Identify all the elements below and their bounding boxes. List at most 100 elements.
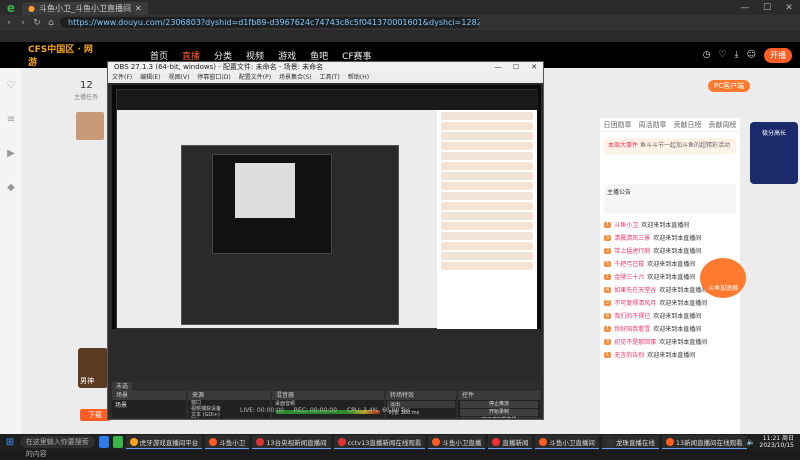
obs-control-button[interactable]: 启动虚拟摄像机 [460, 417, 538, 418]
nav-item[interactable]: CF赛事 [342, 49, 371, 62]
obs-menu-item[interactable]: 场景集合(S) [279, 73, 312, 83]
chat-nick[interactable]: 清晨清风三景 [614, 233, 650, 242]
obs-menu-item[interactable]: 停靠窗口(D) [197, 73, 230, 83]
obs-menu-item[interactable]: 文件(F) [112, 73, 132, 83]
taskbar-search-input[interactable]: 在这里输入你要搜索的内容 [19, 436, 95, 458]
reload-icon[interactable]: ↻ [32, 18, 42, 28]
accelerator-badge[interactable]: 斗鱼加速器 [700, 258, 746, 298]
tab-title: 斗鱼小卫_斗鱼小卫直播间 [38, 4, 131, 13]
open-live-button[interactable]: 开播 [764, 47, 792, 63]
browser-tab[interactable]: ● 斗鱼小卫_斗鱼小卫直播间 ✕ [22, 2, 148, 15]
notice-text: 鱼斗斗节一起加斗鱼的超精彩活动 [639, 142, 730, 149]
level-badge: 3 [604, 338, 612, 345]
header-actions: ◷ ♡ ⤓ ☺ 开播 [703, 47, 792, 63]
sidebar-item-video[interactable]: ▶ [0, 136, 22, 170]
mixer-dock-title: 混音器 [272, 391, 384, 400]
chat-line: 1 斗鱼小卫 欢迎来到本直播间 [600, 218, 740, 231]
chat-nick[interactable]: 带上猛虎行刺 [614, 246, 650, 255]
douyu-logo[interactable]: CFS中国区 · 网游 [0, 42, 100, 68]
transition-dock-title: 转场特效 [386, 391, 456, 400]
bookmarks-bar [0, 30, 800, 42]
volume-icon[interactable]: 🔈 [747, 438, 756, 446]
sidebar-item-follow[interactable]: ♡ [0, 68, 22, 102]
taskbar-app[interactable]: 虎牙游戏直播间平台 [125, 435, 203, 449]
level-badge: 2 [604, 247, 612, 254]
level-badge: 1 [604, 221, 612, 228]
scene-item[interactable]: 场景 [112, 400, 186, 409]
minimize-icon[interactable]: — [734, 3, 756, 13]
system-clock[interactable]: 11:21 周日 2023/10/15 [759, 435, 794, 449]
close-icon[interactable]: ✕ [135, 4, 142, 13]
rank-tab[interactable]: 贡献日榜 [670, 118, 705, 131]
streamer-avatar[interactable] [76, 112, 104, 140]
streamer-card[interactable]: 男神 [78, 348, 108, 388]
url-input[interactable]: https://www.douyu.com/2306803?dyshid=d1f… [60, 17, 480, 28]
home-icon[interactable]: ⌂ [46, 18, 56, 28]
chat-nick[interactable]: 我们的不得已 [614, 311, 650, 320]
obs-menu-item[interactable]: 编辑(E) [140, 73, 160, 83]
rank-tab[interactable]: 贡献周榜 [705, 118, 740, 131]
taskbar-app[interactable]: 13新闻直播间在线观看 [661, 435, 747, 449]
taskbar-app[interactable]: 斗鱼小卫直播间 [535, 435, 599, 449]
taskbar-app[interactable]: cctv13直播新闻在线观看 [333, 435, 426, 449]
status-label: 未选择源 [112, 382, 132, 399]
chat-nick[interactable]: 不可复得清风月 [614, 298, 656, 307]
obs-preview[interactable] [112, 85, 541, 382]
taskbar-app[interactable]: 直播新闻 [488, 435, 533, 449]
chat-text: 欢迎来到本直播间 [659, 339, 708, 346]
obs-minimize-icon[interactable]: — [489, 62, 507, 73]
nav-item[interactable]: 鱼吧 [310, 49, 328, 62]
chat-nick[interactable]: 初见不是那回事 [614, 337, 656, 346]
promo-banner[interactable]: 极分高长 [750, 122, 798, 184]
chat-nick[interactable]: 金陵三十六 [614, 272, 644, 281]
nav-item[interactable]: 分类 [214, 49, 232, 62]
avatar[interactable]: ☺ [747, 50, 756, 60]
pc-client-button[interactable]: PC客户端 [708, 80, 751, 92]
nav-item[interactable]: 直播 [182, 49, 200, 62]
maximize-icon[interactable]: ☐ [756, 3, 778, 13]
notice-banner[interactable]: 本周大事件 鱼斗斗节一起加斗鱼的超精彩活动 [604, 138, 736, 154]
obs-window: OBS 27.1.3 (64-bit, windows) - 配置文件: 未命名… [107, 61, 544, 420]
obs-maximize-icon[interactable]: ☐ [507, 62, 525, 73]
sidebar-item-rank[interactable]: ≡ [0, 102, 22, 136]
app-icon [337, 437, 346, 446]
promo-side-text: 极分高长 [761, 130, 786, 137]
app-icon [209, 437, 218, 446]
nav-item[interactable]: 视频 [246, 49, 264, 62]
windows-start-icon[interactable]: ⊞ [4, 437, 16, 448]
sidebar-item-game[interactable]: ◆ [0, 170, 22, 204]
chat-text: 欢迎来到本直播间 [647, 261, 696, 268]
browser-taskbar-icon[interactable] [112, 436, 123, 448]
taskbar-app[interactable]: 斗鱼小卫直播 [428, 435, 486, 449]
obs-menu-item[interactable]: 工具(T) [320, 73, 340, 83]
chat-nick[interactable]: 斗鱼小卫 [614, 220, 638, 229]
rank-icon: ≡ [6, 113, 16, 125]
taskbar-app[interactable]: 13台央视新闻直播间 [252, 435, 331, 449]
chat-nick[interactable]: 千把弓已拔 [614, 259, 644, 268]
download-icon[interactable]: ⤓ [735, 50, 739, 60]
close-window-icon[interactable]: ✕ [778, 3, 800, 13]
rank-tab[interactable]: 周活勋章 [635, 118, 670, 131]
task-view-icon[interactable] [98, 436, 109, 448]
taskbar-app[interactable]: 龙珠直播在线 [601, 435, 659, 449]
chat-line: 3 初见不是那回事 欢迎来到本直播间 [600, 335, 740, 348]
download-button[interactable]: 下载 [80, 409, 110, 421]
taskbar-app-label: 13台央视新闻直播间 [266, 438, 327, 447]
back-icon[interactable]: ‹ [4, 18, 14, 28]
chat-nick[interactable]: 你好陪我看雪 [614, 324, 650, 333]
history-icon[interactable]: ◷ [703, 50, 711, 60]
nav-item[interactable]: 首页 [150, 49, 168, 62]
taskbar-app[interactable]: 斗鱼小卫 [205, 435, 250, 449]
chat-nick[interactable]: 无言的告别 [614, 350, 644, 359]
obs-close-icon[interactable]: ✕ [525, 62, 543, 73]
clock-time: 11:21 周日 [762, 435, 794, 442]
nav-item[interactable]: 游戏 [278, 49, 296, 62]
obs-menu-item[interactable]: 配置文件(P) [239, 73, 271, 83]
obs-menu-item[interactable]: 视图(V) [169, 73, 190, 83]
forward-icon[interactable]: › [18, 18, 28, 28]
obs-menu-item[interactable]: 帮助(H) [348, 73, 369, 83]
follow-icon[interactable]: ♡ [719, 50, 727, 60]
chat-nick[interactable]: 如果先在天堂谷 [614, 285, 656, 294]
preview-nested-obs [181, 145, 399, 325]
rank-tab[interactable]: 日团勋章 [600, 118, 635, 131]
